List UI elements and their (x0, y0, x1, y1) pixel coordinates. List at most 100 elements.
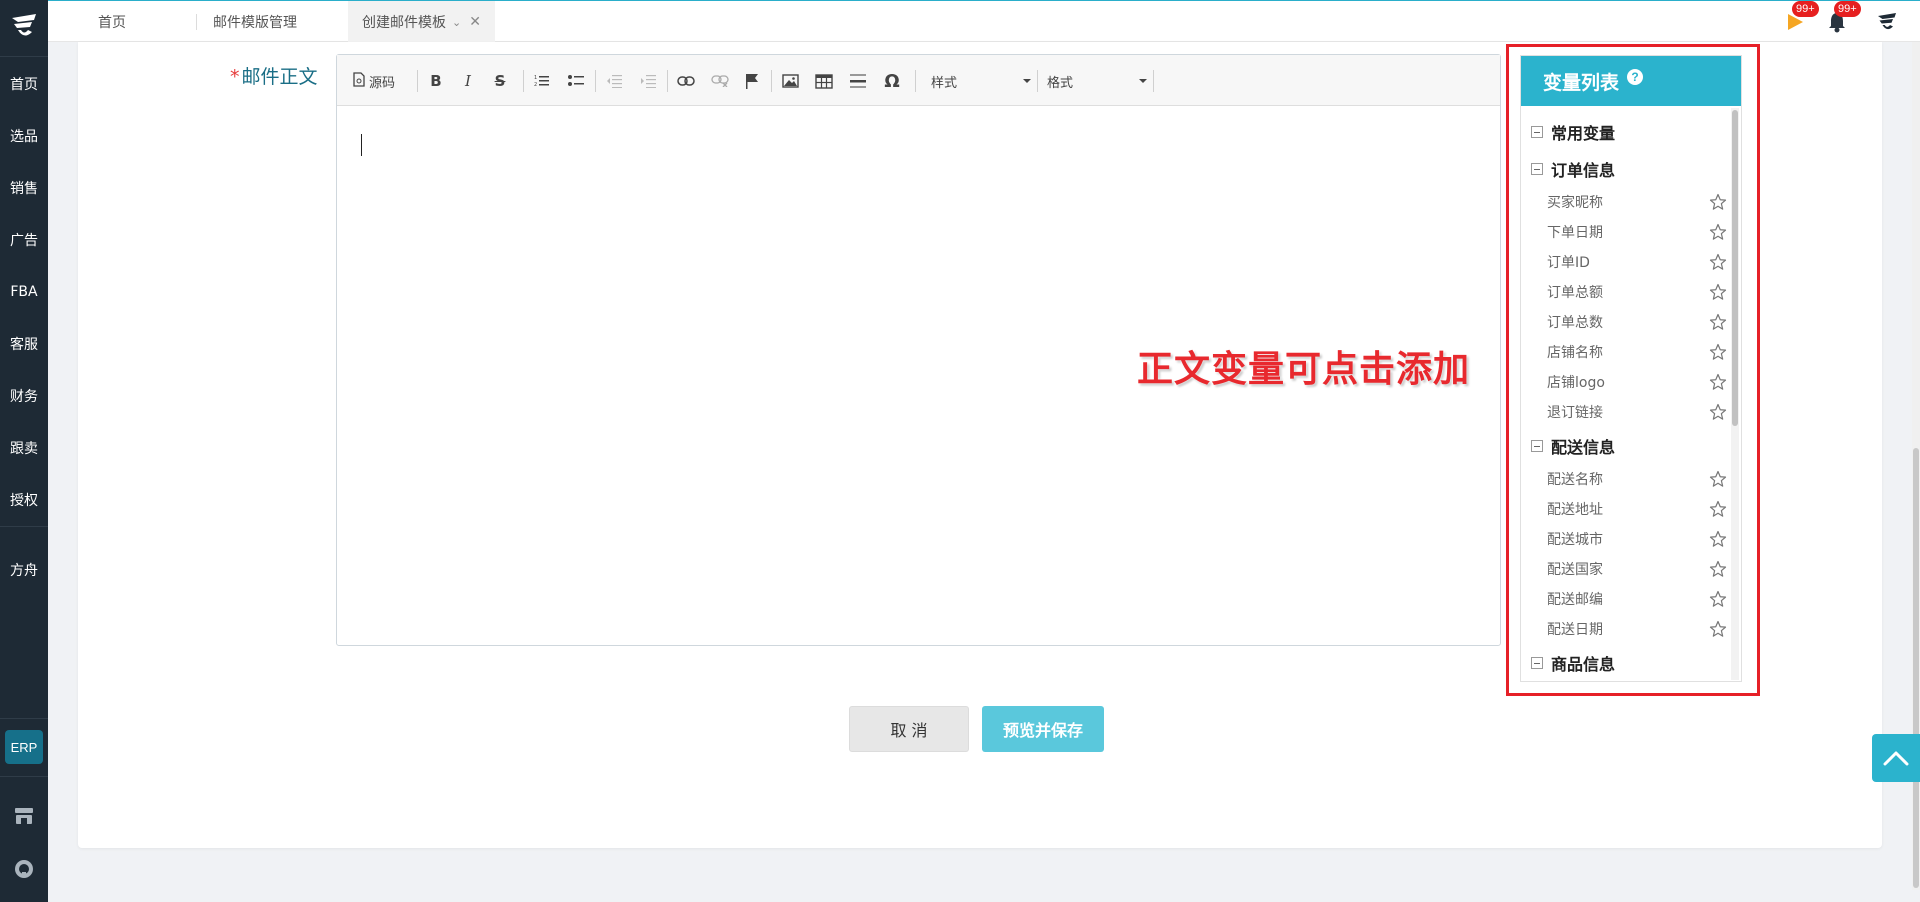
notification-badge: 99+ (1792, 1, 1819, 17)
sidebar-item-fba[interactable]: FBA (0, 272, 48, 312)
variable-item[interactable]: 配送日期 (1547, 617, 1727, 641)
page-scroll-thumb[interactable] (1913, 448, 1919, 888)
sidebar-divider (0, 718, 48, 719)
strikethrough-icon[interactable]: S (487, 68, 513, 94)
variable-item[interactable]: 下单日期 (1547, 220, 1727, 244)
tab-create-email-template[interactable]: 创建邮件模板 ⌄ ✕ (348, 1, 495, 43)
star-icon[interactable] (1709, 470, 1727, 488)
sidebar-item-product-selection[interactable]: 选品 (0, 116, 48, 156)
variable-item-label: 订单ID (1547, 255, 1590, 271)
variable-item[interactable]: 配送地址 (1547, 497, 1727, 521)
variable-item[interactable]: 订单总额 (1547, 280, 1727, 304)
star-icon[interactable] (1709, 253, 1727, 271)
anchor-flag-icon[interactable] (739, 68, 765, 94)
variable-item[interactable]: 买家昵称 (1547, 190, 1727, 214)
special-character-icon[interactable]: Ω (879, 68, 905, 94)
sidebar-item-follow-sell[interactable]: 跟卖 (0, 428, 48, 468)
chevron-down-icon[interactable]: ⌄ (452, 16, 461, 29)
collapse-icon[interactable] (1531, 163, 1543, 175)
source-button[interactable]: 源码 (353, 68, 395, 94)
flag-notification-icon[interactable]: 99+ (1782, 1, 1819, 35)
variable-item[interactable]: 订单总数 (1547, 310, 1727, 334)
star-icon[interactable] (1709, 530, 1727, 548)
user-avatar[interactable] (1874, 9, 1900, 35)
collapse-icon[interactable] (1531, 126, 1543, 138)
star-icon[interactable] (1709, 403, 1727, 421)
outdent-icon[interactable] (601, 68, 627, 94)
preview-and-save-button[interactable]: 预览并保存 (982, 706, 1104, 752)
variable-item-label: 订单总额 (1547, 285, 1603, 301)
variable-panel-scroll-thumb[interactable] (1732, 110, 1738, 426)
cancel-button[interactable]: 取 消 (849, 706, 969, 752)
bell-icon[interactable]: 99+ (1824, 1, 1861, 35)
unlink-icon[interactable] (707, 68, 733, 94)
image-icon[interactable] (777, 68, 803, 94)
variable-item-label: 配送城市 (1547, 532, 1603, 548)
star-icon[interactable] (1709, 313, 1727, 331)
star-icon[interactable] (1709, 373, 1727, 391)
variable-item-label: 配送邮编 (1547, 592, 1603, 608)
support-icon[interactable] (12, 857, 36, 881)
bold-icon[interactable]: B (423, 68, 449, 94)
variable-item-label: 配送名称 (1547, 472, 1603, 488)
back-to-top-button[interactable] (1872, 734, 1920, 782)
variable-group-order[interactable]: 订单信息 (1531, 157, 1615, 181)
star-icon[interactable] (1709, 500, 1727, 518)
variable-group-label: 常用变量 (1551, 124, 1616, 143)
format-select[interactable]: 格式 (1047, 68, 1147, 94)
bullet-list-icon[interactable] (563, 68, 589, 94)
star-icon[interactable] (1709, 560, 1727, 578)
sidebar-item-customer-service[interactable]: 客服 (0, 324, 48, 364)
erp-button[interactable]: ERP (5, 730, 43, 764)
variable-item[interactable]: 配送城市 (1547, 527, 1727, 551)
style-select[interactable]: 样式 (931, 68, 1031, 94)
help-icon[interactable]: ? (1627, 69, 1644, 85)
variable-item[interactable]: 店铺logo (1547, 370, 1727, 394)
tab-home[interactable]: 首页 (98, 1, 126, 43)
sidebar: 首页 选品 销售 广告 FBA 客服 财务 跟卖 授权 方舟 ERP (0, 0, 48, 902)
sidebar-item-home[interactable]: 首页 (0, 64, 48, 104)
collapse-icon[interactable] (1531, 657, 1543, 669)
star-icon[interactable] (1709, 590, 1727, 608)
sidebar-item-ads[interactable]: 广告 (0, 220, 48, 260)
italic-icon[interactable]: I (455, 68, 481, 94)
collapse-icon[interactable] (1531, 440, 1543, 452)
star-icon[interactable] (1709, 223, 1727, 241)
variable-group-product[interactable]: 商品信息 (1531, 651, 1615, 675)
store-icon[interactable] (12, 804, 36, 828)
variable-item[interactable]: 订单ID (1547, 250, 1727, 274)
sidebar-item-finance[interactable]: 财务 (0, 376, 48, 416)
sidebar-item-ark[interactable]: 方舟 (0, 550, 48, 590)
variable-item[interactable]: 配送邮编 (1547, 587, 1727, 611)
app-logo-icon[interactable] (6, 8, 42, 44)
tab-label: 创建邮件模板 (362, 15, 446, 31)
variable-item[interactable]: 配送国家 (1547, 557, 1727, 581)
table-icon[interactable] (811, 68, 837, 94)
close-icon[interactable]: ✕ (469, 14, 481, 30)
svg-text:1: 1 (534, 75, 537, 81)
variable-item[interactable]: 配送名称 (1547, 467, 1727, 491)
variable-panel-header: 变量列表 ? (1521, 56, 1741, 106)
tab-email-template-management[interactable]: 邮件模版管理 (213, 1, 297, 43)
link-icon[interactable] (673, 68, 699, 94)
notification-badge: 99+ (1834, 1, 1861, 17)
editor-toolbar: 源码 B I S 12 Ω 样式 格式 (337, 55, 1500, 106)
tab-separator (196, 14, 197, 30)
indent-icon[interactable] (635, 68, 661, 94)
toolbar-separator (915, 70, 916, 92)
sidebar-item-authorization[interactable]: 授权 (0, 480, 48, 520)
variable-item[interactable]: 店铺名称 (1547, 340, 1727, 364)
variable-item[interactable]: 退订链接 (1547, 400, 1727, 424)
sidebar-item-sales[interactable]: 销售 (0, 168, 48, 208)
tab-label: 首页 (98, 15, 126, 31)
variable-group-common[interactable]: 常用变量 (1531, 120, 1615, 144)
star-icon[interactable] (1709, 283, 1727, 301)
variable-group-shipping[interactable]: 配送信息 (1531, 434, 1615, 458)
variable-item-label: 订单总数 (1547, 315, 1603, 331)
toolbar-separator (417, 70, 418, 92)
horizontal-rule-icon[interactable] (845, 68, 871, 94)
numbered-list-icon[interactable]: 12 (529, 68, 555, 94)
star-icon[interactable] (1709, 343, 1727, 361)
star-icon[interactable] (1709, 193, 1727, 211)
star-icon[interactable] (1709, 620, 1727, 638)
